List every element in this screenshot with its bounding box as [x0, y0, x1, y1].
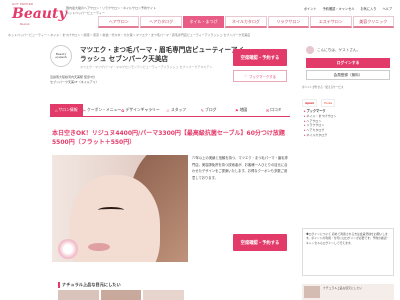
site-tagline: 国内最大級のヘアサロン・リラクサロン・ネイルサロン予約サイト ホットペッパービュ… [66, 6, 156, 16]
sidebar-promo[interactable]: ナチュラル上品な目元にしたい [302, 284, 394, 300]
promo-image [304, 286, 320, 298]
category-tab[interactable]: ネイルカタログ [225, 16, 267, 28]
section-title-text: ナチュラル上品な目元にしたい [62, 282, 121, 287]
tab-label: 口コミ [270, 107, 282, 112]
tab-label: デザインギャラリー [125, 107, 160, 112]
category-tab[interactable]: 美容クリニック [352, 16, 394, 28]
point-note: ポイントが貯まる・使えるサービス [302, 86, 344, 89]
tab-gallery[interactable]: ✿ デザインギャラリー [121, 104, 160, 116]
blog-icon: ✎ [200, 107, 205, 113]
reserve-button-top[interactable]: 空席確認・予約する [233, 49, 287, 66]
salon-main-photo [52, 155, 188, 262]
salon-description: 77年以上の実績と信頼を持つ、マツエク・まつ毛パーマ・眉毛専門店。美容師免許を持… [192, 156, 288, 180]
salon-tabs: ⌂ サロン情報 ✂ クーポン・メニュー ✿ デザインギャラリー ☺ スタッフ ✎ ブログ ⚑ 地図 ✉ 口… [50, 104, 290, 117]
category-tab[interactable]: エステサロン [310, 16, 352, 28]
top-link-help[interactable]: ヘルプ [382, 6, 392, 11]
tab-coupon[interactable]: ✂ クーポン・メニュー [83, 104, 122, 116]
salon-kana: マツエク・マツゲパーマ・マユゲセンモンテンビューティーアイラッシュ セブンパーク… [80, 65, 213, 69]
category-nav: ヘアサロン ヘアカタログ ネイル・まつげ ネイルカタログ リラクサロン エステサロン 美容ク… [98, 16, 394, 28]
tab-label: クーポン・メニュー [86, 107, 122, 112]
review-icon: ✉ [265, 107, 270, 113]
tab-map[interactable]: ⚑ 地図 [225, 104, 258, 116]
gallery-thumbnails [58, 290, 185, 300]
tab-blog[interactable]: ✎ ブログ [192, 104, 225, 116]
reserve-button-bottom[interactable]: 空席確認・予約する [233, 234, 287, 251]
dpoint-logo[interactable]: dpoint [302, 99, 318, 107]
sidebar-links: ブックマーク ネイル・まつげサロンヘアサロンリラクサロンヘアカタログネイルカタロ… [304, 107, 394, 138]
salon-logo: Beauty eyelash [50, 45, 72, 67]
gallery-thumbnail[interactable] [143, 290, 185, 300]
brand-sub: Recruit [20, 22, 30, 26]
sidebar-user: こんにちは、ゲストさん。 [306, 46, 360, 54]
category-tab[interactable]: ヘアカタログ [140, 16, 182, 28]
salon-info-location: セブンパーク天美1F（ネイルアリ） [50, 79, 99, 84]
site-logo[interactable]: Beauty [12, 6, 67, 22]
greeting-text: こんにちは、ゲストさん。 [317, 47, 361, 52]
bookmark-label: ブックマークする [248, 74, 277, 79]
section-accent-bar [58, 282, 60, 288]
sidebar-info-box: ◆ログインについて 初めて利用される方は会員登録をお願いします。ポイントの利用・… [302, 228, 394, 276]
top-link-point[interactable]: ポイント [304, 6, 317, 11]
bookmark-button[interactable]: ♡ ブックマークする [233, 70, 287, 82]
salon-logo-text: Beauty eyelash [55, 51, 67, 59]
salon-headline: 本日空きOK！リジュヌ4400円/パーマ3300円【最高級抗菌セーブル】60分つ… [52, 130, 285, 146]
point-logos: dpoint Ponta [302, 99, 394, 107]
coupon-icon: ✂ [82, 107, 86, 113]
salon-info: 近鉄南大阪線河内天美駅 徒歩3分 セブンパーク天美1F（ネイルアリ） [50, 75, 220, 84]
gallery-icon: ✿ [121, 107, 125, 113]
breadcrumb: ホットペッパービューティー > ネイル・まつげサロン > 関東 > 東京 > 新… [8, 33, 251, 37]
heart-icon: ♡ [243, 74, 247, 78]
salon-name: マツエク・まつ毛パーマ・眉毛専門店ビューティーアイラッシュ セブンパーク天美店 [80, 46, 244, 63]
top-links: ポイント 予約確認・キャンセル お気に入り ヘルプ [304, 6, 392, 11]
ponta-logo[interactable]: Ponta [321, 99, 336, 107]
gallery-thumbnail[interactable] [100, 290, 142, 300]
sidebar-login-box: こんにちは、ゲストさん。 ログインする 会員登録（無料） [302, 42, 394, 82]
gallery-thumbnail[interactable] [58, 290, 99, 300]
map-icon: ⚑ [235, 107, 239, 113]
section-title: ナチュラル上品な目元にしたい [58, 282, 121, 288]
promo-text: ナチュラル上品な目元にしたい [323, 286, 363, 290]
top-link-reservation[interactable]: 予約確認・キャンセル [323, 6, 355, 11]
tab-home[interactable]: ⌂ サロン情報 [50, 104, 83, 116]
top-link-favorites[interactable]: お気に入り [361, 6, 377, 11]
staff-icon: ☺ [165, 107, 170, 113]
tab-staff[interactable]: ☺ スタッフ [160, 104, 193, 116]
home-icon: ⌂ [55, 107, 58, 113]
sidebar-link[interactable]: ネイルカタログ [304, 133, 394, 138]
tab-label: スタッフ [170, 107, 187, 112]
avatar [306, 46, 314, 54]
category-tab[interactable]: リラクサロン [267, 16, 310, 28]
tab-review[interactable]: ✉ 口コミ [257, 104, 290, 116]
category-tab[interactable]: ネイル・まつげ [182, 16, 225, 28]
tab-label: 地図 [239, 107, 248, 112]
register-button[interactable]: 会員登録（無料） [306, 70, 390, 80]
tab-label: サロン情報 [58, 107, 78, 112]
login-button[interactable]: ログインする [306, 58, 390, 68]
tab-label: ブログ [205, 107, 217, 112]
category-tab[interactable]: ヘアサロン [98, 16, 140, 28]
